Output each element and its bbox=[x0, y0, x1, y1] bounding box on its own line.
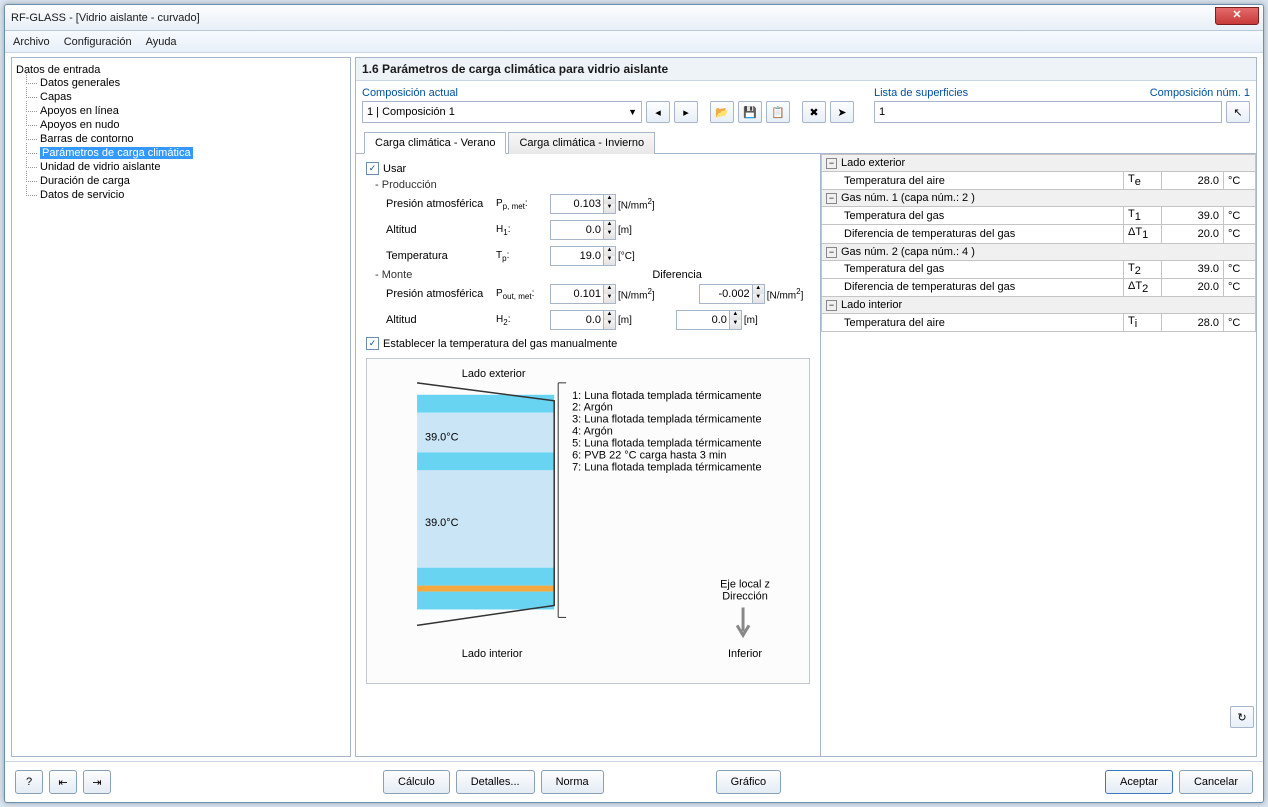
tool-open-icon[interactable]: 📂 bbox=[710, 101, 734, 123]
menu-config[interactable]: Configuración bbox=[64, 36, 132, 48]
main-window: RF-GLASS - [Vidrio aislante - curvado] ✕… bbox=[4, 4, 1264, 803]
surfaces-label: Lista de superficies bbox=[874, 87, 968, 99]
menu-help[interactable]: Ayuda bbox=[146, 36, 177, 48]
svg-text:2: Argón: 2: Argón bbox=[572, 402, 613, 414]
monte-group: - Monte bbox=[366, 269, 412, 281]
svg-text:39.0°C: 39.0°C bbox=[425, 431, 459, 443]
pick-surface-button[interactable]: ↖ bbox=[1226, 101, 1250, 123]
use-checkbox[interactable]: ✓ bbox=[366, 162, 379, 175]
svg-text:3: Luna flotada templada térmi: 3: Luna flotada templada térmicamente bbox=[572, 414, 761, 426]
sidebar-item[interactable]: Datos generales bbox=[24, 76, 346, 90]
climate-tabs: Carga climática - Verano Carga climática… bbox=[356, 131, 1256, 154]
tool-save-icon[interactable]: 💾 bbox=[738, 101, 762, 123]
svg-text:7: Luna flotada templada térmi: 7: Luna flotada templada térmicamente bbox=[572, 461, 761, 473]
setgas-label: Establecer la temperatura del gas manual… bbox=[383, 338, 617, 350]
svg-text:1: Luna flotada templada térmi: 1: Luna flotada templada térmicamente bbox=[572, 390, 761, 402]
tool-copy-icon[interactable]: 📋 bbox=[766, 101, 790, 123]
setgas-checkbox[interactable]: ✓ bbox=[366, 337, 379, 350]
window-title: RF-GLASS - [Vidrio aislante - curvado] bbox=[11, 12, 200, 24]
svg-text:Eje local z: Eje local z bbox=[720, 579, 770, 591]
sidebar-item[interactable]: Barras de contorno bbox=[24, 132, 346, 146]
svg-text:Lado interior: Lado interior bbox=[462, 648, 523, 660]
sidebar-item[interactable]: Apoyos en nudo bbox=[24, 118, 346, 132]
dp-input[interactable]: ▲▼ bbox=[699, 284, 765, 304]
footer: ? ⇤ ⇥ Cálculo Detalles... Norma Gráfico … bbox=[5, 761, 1263, 802]
refresh-icon[interactable]: ↻ bbox=[1230, 706, 1254, 728]
pout-input[interactable]: ▲▼ bbox=[550, 284, 616, 304]
graph-button[interactable]: Gráfico bbox=[716, 770, 781, 794]
prev-button[interactable]: ◂ bbox=[646, 101, 670, 123]
sidebar-item[interactable]: Apoyos en línea bbox=[24, 104, 346, 118]
sidebar-item[interactable]: Capas bbox=[24, 90, 346, 104]
sidebar-item[interactable]: Parámetros de carga climática bbox=[24, 146, 346, 160]
tab-winter[interactable]: Carga climática - Invierno bbox=[508, 132, 655, 154]
page-title: 1.6 Parámetros de carga climática para v… bbox=[356, 58, 1256, 81]
dh-input[interactable]: ▲▼ bbox=[676, 310, 742, 330]
sidebar-item[interactable]: Duración de carga bbox=[24, 174, 346, 188]
composition-label: Composición actual bbox=[362, 87, 854, 99]
svg-text:4: Argón: 4: Argón bbox=[572, 426, 613, 438]
collapse-icon[interactable]: − bbox=[826, 158, 837, 169]
h2-input[interactable]: ▲▼ bbox=[550, 310, 616, 330]
glass-diagram: Lado exterior 39.0°C bbox=[366, 358, 810, 684]
outer-label: Lado exterior bbox=[462, 368, 526, 380]
svg-text:6: PVB 22 °C carga hasta 3 min: 6: PVB 22 °C carga hasta 3 min bbox=[572, 449, 726, 461]
tp-input[interactable]: ▲▼ bbox=[550, 246, 616, 266]
details-button[interactable]: Detalles... bbox=[456, 770, 535, 794]
svg-text:Dirección: Dirección bbox=[722, 591, 768, 603]
sidebar-item[interactable]: Unidad de vidrio aislante bbox=[24, 160, 346, 174]
property-grid: −Lado exterior Temperatura del aireTe28.… bbox=[820, 154, 1256, 756]
patm-label: Presión atmosférica bbox=[366, 198, 496, 210]
production-group: - Producción bbox=[366, 179, 810, 191]
norm-button[interactable]: Norma bbox=[541, 770, 604, 794]
help-button[interactable]: ? bbox=[15, 770, 43, 794]
menubar: Archivo Configuración Ayuda bbox=[5, 31, 1263, 53]
nav-prev-button[interactable]: ⇤ bbox=[49, 770, 77, 794]
pp-input[interactable]: ▲▼ bbox=[550, 194, 616, 214]
svg-text:Inferior: Inferior bbox=[728, 648, 762, 660]
svg-text:5: Luna flotada templada térmi: 5: Luna flotada templada térmicamente bbox=[572, 437, 761, 449]
menu-file[interactable]: Archivo bbox=[13, 36, 50, 48]
svg-text:39.0°C: 39.0°C bbox=[425, 517, 459, 529]
tool-delete-icon[interactable]: ✖ bbox=[802, 101, 826, 123]
nav-tree[interactable]: Datos de entrada Datos generalesCapasApo… bbox=[11, 57, 351, 757]
nav-next-button[interactable]: ⇥ bbox=[83, 770, 111, 794]
use-label: Usar bbox=[383, 163, 406, 175]
calc-button[interactable]: Cálculo bbox=[383, 770, 450, 794]
h1-input[interactable]: ▲▼ bbox=[550, 220, 616, 240]
tab-summer[interactable]: Carga climática - Verano bbox=[364, 132, 506, 154]
composition-num-label: Composición núm. 1 bbox=[1150, 87, 1250, 101]
sidebar-item[interactable]: Datos de servicio bbox=[24, 188, 346, 202]
tree-root[interactable]: Datos de entrada bbox=[16, 64, 346, 76]
ok-button[interactable]: Aceptar bbox=[1105, 770, 1173, 794]
temperature-label: Temperatura bbox=[366, 250, 496, 262]
next-button[interactable]: ▸ bbox=[674, 101, 698, 123]
surfaces-input[interactable] bbox=[874, 101, 1222, 123]
main-panel: 1.6 Parámetros de carga climática para v… bbox=[355, 57, 1257, 757]
cancel-button[interactable]: Cancelar bbox=[1179, 770, 1253, 794]
close-button[interactable]: ✕ bbox=[1215, 7, 1259, 25]
titlebar: RF-GLASS - [Vidrio aislante - curvado] ✕ bbox=[5, 5, 1263, 31]
composition-combo[interactable]: 1 | Composición 1▼ bbox=[362, 101, 642, 123]
diff-label: Diferencia bbox=[652, 269, 702, 281]
tool-export-icon[interactable]: ➤ bbox=[830, 101, 854, 123]
altitude-label: Altitud bbox=[366, 224, 496, 236]
